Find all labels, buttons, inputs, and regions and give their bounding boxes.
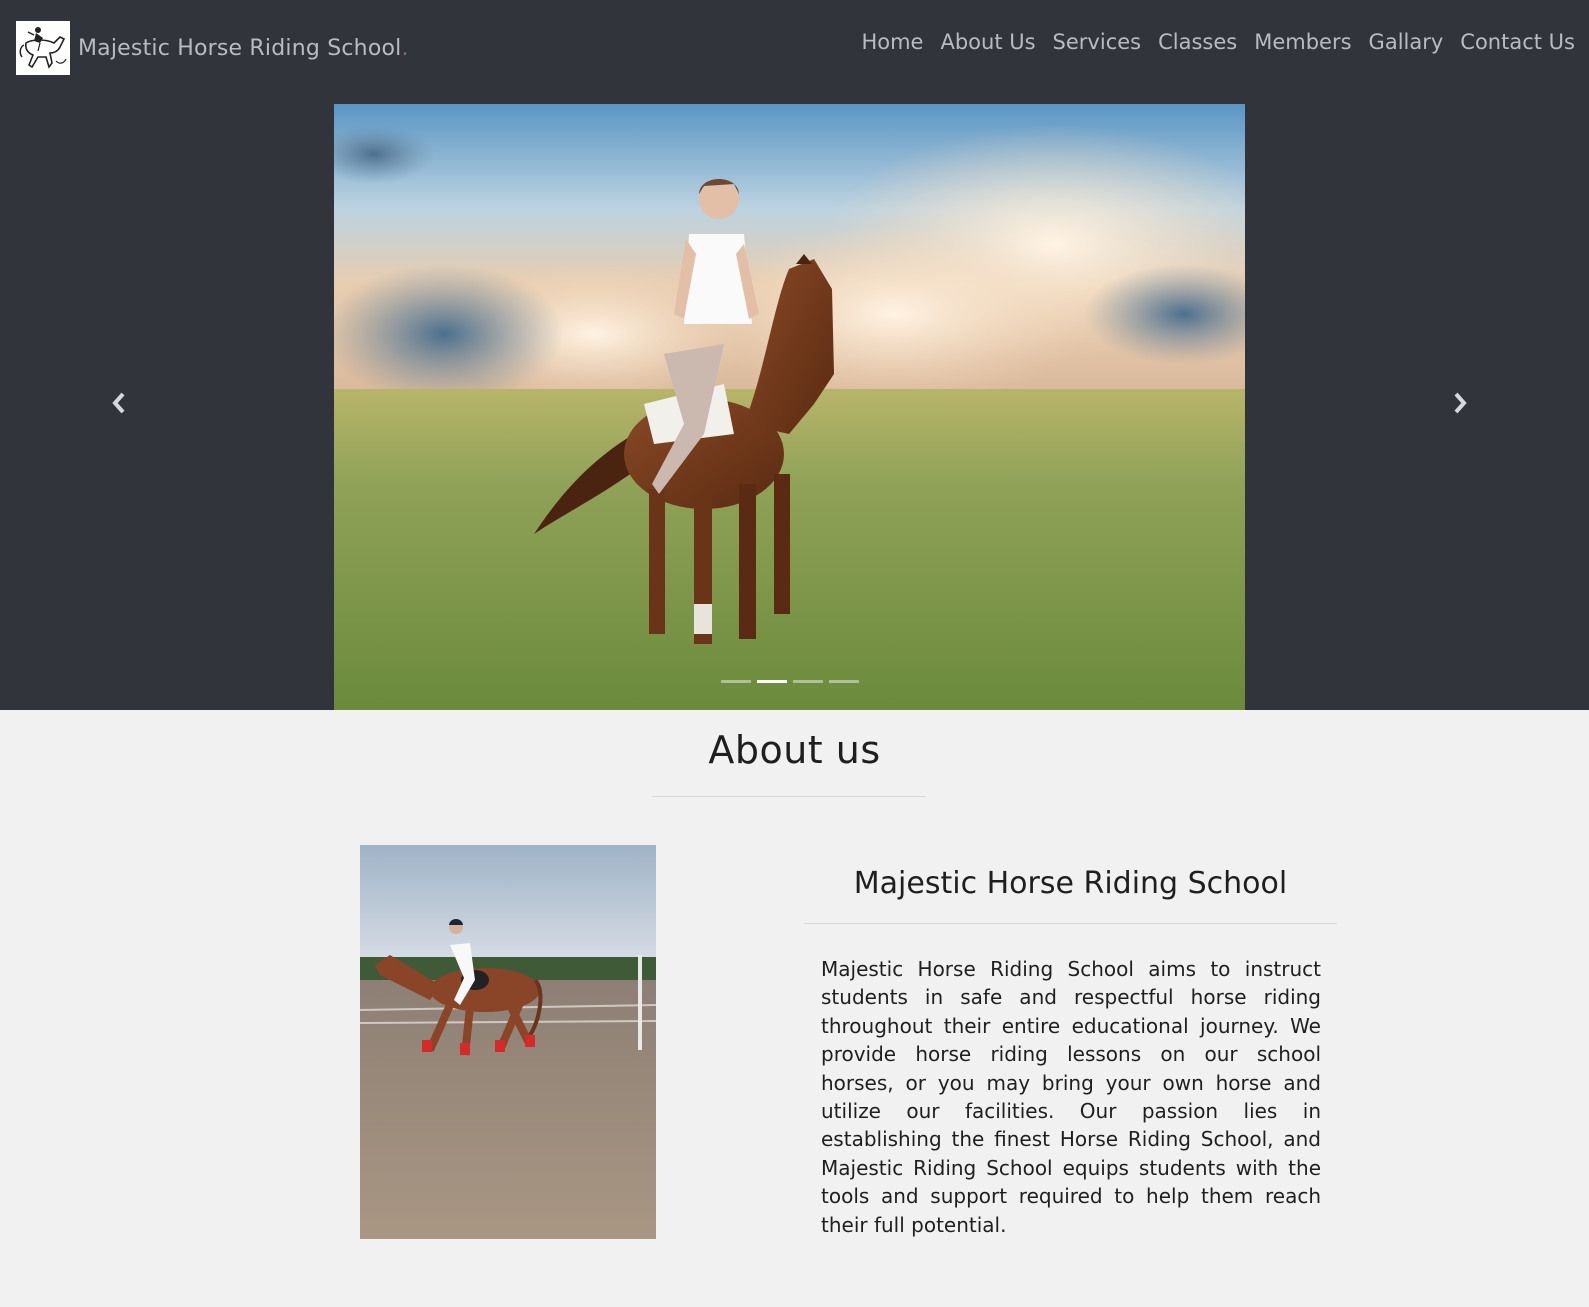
nav-contact-us[interactable]: Contact Us [1460, 30, 1575, 54]
nav-home[interactable]: Home [861, 30, 923, 54]
heading-divider [804, 923, 1337, 924]
about-heading: Majestic Horse Riding School [853, 866, 1288, 901]
chevron-right-icon [1452, 392, 1468, 418]
carousel-slide-image [334, 104, 1245, 710]
navbar: Majestic Horse Riding School. Home About… [0, 0, 1589, 94]
carousel-indicator[interactable] [793, 680, 823, 683]
brand-dot: . [401, 35, 409, 61]
carousel-indicators [721, 680, 859, 683]
brand-link[interactable]: Majestic Horse Riding School. [16, 21, 409, 75]
nav-about-us[interactable]: About Us [940, 30, 1035, 54]
carousel-prev-button[interactable] [104, 390, 134, 420]
title-divider [652, 796, 926, 797]
chevron-left-icon [111, 392, 127, 418]
horse-rider-logo-icon [16, 21, 70, 75]
carousel-indicator[interactable] [721, 680, 751, 683]
nav-services[interactable]: Services [1053, 30, 1142, 54]
hero-carousel [0, 94, 1589, 710]
nav-menu: Home About Us Services Classes Members G… [861, 30, 1575, 54]
about-photo [360, 845, 656, 1239]
carousel-next-button[interactable] [1445, 390, 1475, 420]
about-description: Majestic Horse Riding School aims to ins… [821, 957, 1321, 1237]
carousel-indicator[interactable] [829, 680, 859, 683]
carousel-indicator-active[interactable] [757, 680, 787, 683]
nav-members[interactable]: Members [1254, 30, 1351, 54]
about-title: About us [708, 728, 881, 772]
nav-gallary[interactable]: Gallary [1369, 30, 1444, 54]
brand-name: Majestic Horse Riding School. [78, 35, 409, 61]
nav-classes[interactable]: Classes [1158, 30, 1237, 54]
